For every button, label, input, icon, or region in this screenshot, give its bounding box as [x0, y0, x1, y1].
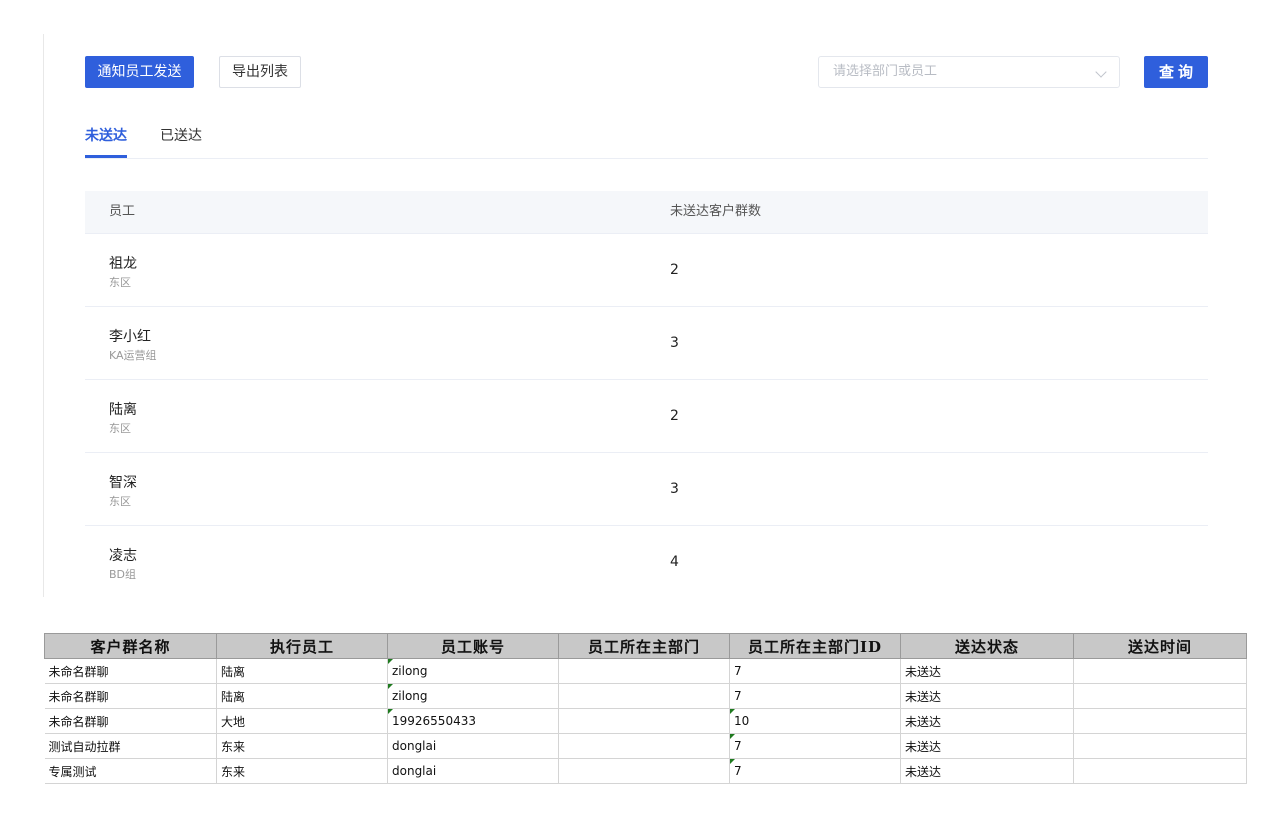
department-cell: [558, 658, 730, 684]
chevron-down-icon: [1095, 66, 1107, 78]
group-name-cell: 未命名群聊: [44, 683, 217, 709]
tab-delivered[interactable]: 已送达: [160, 126, 202, 146]
sheet-header-executor: 执行员工: [216, 633, 388, 659]
status-cell: 未送达: [900, 758, 1074, 784]
status-cell: 未送达: [900, 708, 1074, 734]
status-cell: 未送达: [900, 658, 1074, 684]
employee-name: 凌志: [109, 548, 137, 564]
department-id-cell: 10: [729, 708, 901, 734]
undelivered-count: 2: [670, 262, 679, 278]
export-list-button[interactable]: 导出列表: [219, 56, 301, 88]
panel-divider: [43, 34, 44, 597]
time-cell: [1073, 733, 1247, 759]
tabs-divider: [85, 158, 1208, 159]
executor-cell: 大地: [216, 708, 388, 734]
department-id-cell: 7: [729, 683, 901, 709]
department-cell: [558, 708, 730, 734]
table-header: 员工 未送达客户群数: [85, 191, 1208, 234]
account-cell: zilong: [387, 658, 559, 684]
export-spreadsheet: 客户群名称 执行员工 员工账号 员工所在主部门 员工所在主部门ID 送达状态 送…: [44, 633, 1247, 784]
department-cell: [558, 683, 730, 709]
group-name-cell: 测试自动拉群: [44, 733, 217, 759]
sheet-row: 未命名群聊 陆离 zilong 7 未送达: [44, 683, 1247, 709]
query-button[interactable]: 查询: [1144, 56, 1208, 88]
employee-name: 祖龙: [109, 256, 137, 272]
time-cell: [1073, 658, 1247, 684]
sheet-header-department-id: 员工所在主部门ID: [729, 633, 901, 659]
group-name-cell: 专属测试: [44, 758, 217, 784]
executor-cell: 东来: [216, 758, 388, 784]
sheet-header-account: 员工账号: [387, 633, 559, 659]
employee-department: KA运营组: [109, 349, 157, 362]
sheet-header-department: 员工所在主部门: [558, 633, 730, 659]
column-header-undelivered-count: 未送达客户群数: [670, 204, 762, 219]
group-name-cell: 未命名群聊: [44, 708, 217, 734]
employee-name: 智深: [109, 475, 137, 491]
employee-department: 东区: [109, 422, 131, 435]
department-id-cell: 7: [729, 658, 901, 684]
sheet-header-status: 送达状态: [900, 633, 1074, 659]
department-cell: [558, 733, 730, 759]
department-id-cell: 7: [729, 758, 901, 784]
sheet-row: 未命名群聊 陆离 zilong 7 未送达: [44, 658, 1247, 684]
executor-cell: 陆离: [216, 658, 388, 684]
account-cell: 19926550433: [387, 708, 559, 734]
department-id-cell: 7: [729, 733, 901, 759]
select-placeholder: 请选择部门或员工: [833, 64, 938, 79]
employee-name: 陆离: [109, 402, 137, 418]
table-row[interactable]: 智深 东区 3: [85, 453, 1208, 526]
employee-department: BD组: [109, 568, 137, 581]
undelivered-count: 2: [670, 408, 679, 424]
employee-department: 东区: [109, 495, 131, 508]
sheet-header-group-name: 客户群名称: [44, 633, 217, 659]
account-cell: zilong: [387, 683, 559, 709]
notify-employees-button[interactable]: 通知员工发送: [85, 56, 194, 88]
executor-cell: 陆离: [216, 683, 388, 709]
account-cell: donglai: [387, 758, 559, 784]
table-row[interactable]: 李小红 KA运营组 3: [85, 307, 1208, 380]
table-row[interactable]: 陆离 东区 2: [85, 380, 1208, 453]
time-cell: [1073, 758, 1247, 784]
undelivered-count: 3: [670, 481, 679, 497]
undelivered-count: 4: [670, 554, 679, 570]
table-row[interactable]: 凌志 BD组 4: [85, 526, 1208, 598]
status-cell: 未送达: [900, 733, 1074, 759]
sheet-header-row: 客户群名称 执行员工 员工账号 员工所在主部门 员工所在主部门ID 送达状态 送…: [44, 633, 1247, 659]
sheet-row: 专属测试 东来 donglai 7 未送达: [44, 758, 1247, 784]
employee-department: 东区: [109, 276, 131, 289]
time-cell: [1073, 708, 1247, 734]
department-cell: [558, 758, 730, 784]
column-header-employee: 员工: [109, 204, 136, 219]
employee-name: 李小红: [109, 329, 151, 345]
account-cell: donglai: [387, 733, 559, 759]
tab-undelivered[interactable]: 未送达: [85, 126, 127, 146]
sheet-row: 测试自动拉群 东来 donglai 7 未送达: [44, 733, 1247, 759]
sheet-row: 未命名群聊 大地 19926550433 10 未送达: [44, 708, 1247, 734]
status-cell: 未送达: [900, 683, 1074, 709]
group-name-cell: 未命名群聊: [44, 658, 217, 684]
table-row[interactable]: 祖龙 东区 2: [85, 234, 1208, 307]
undelivered-count: 3: [670, 335, 679, 351]
sheet-header-time: 送达时间: [1073, 633, 1247, 659]
time-cell: [1073, 683, 1247, 709]
department-employee-select[interactable]: 请选择部门或员工: [818, 56, 1120, 88]
executor-cell: 东来: [216, 733, 388, 759]
